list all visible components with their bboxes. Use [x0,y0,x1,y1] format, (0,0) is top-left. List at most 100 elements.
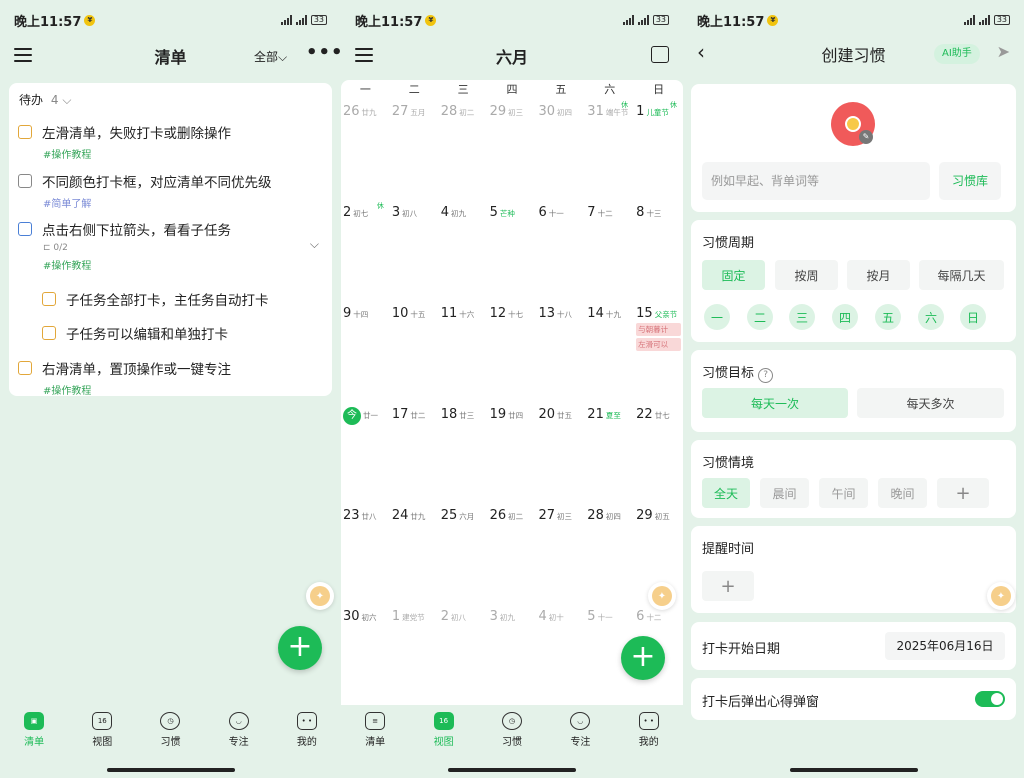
day-cell[interactable]: 休 31 端午节 [585,100,634,201]
expand-arrow-icon[interactable]: ⌵ [310,237,319,252]
help-icon[interactable]: ? [758,368,774,383]
cycle-option-monthly[interactable]: 按月 [847,260,910,290]
day-cell[interactable]: 8 十三 [634,201,683,302]
nav-tab-me[interactable]: • • 我的 [624,712,674,758]
start-date-picker[interactable]: 2025年06月16日 [885,632,1005,660]
subtask-item[interactable]: 子任务可以编辑和单独打卡 [42,323,327,343]
nav-tab-focus[interactable]: ◡ 专注 [555,712,605,758]
day-cell[interactable]: 27 五月 [390,100,439,201]
checkbox[interactable] [42,326,56,340]
nav-tab-list[interactable]: ▣ 清单 [9,712,59,758]
day-cell[interactable]: 休 2 初七 [341,201,390,302]
weekday-toggle[interactable]: 日 [960,304,986,330]
day-cell[interactable]: 15 父亲节 与朝暮计 左滑可以 [634,302,683,403]
nav-tab-list[interactable]: ≡ 清单 [350,712,400,758]
day-cell[interactable]: 30 初四 [536,100,585,201]
cycle-option-interval[interactable]: 每隔几天 [919,260,1004,290]
day-cell[interactable]: 28 初四 [585,504,634,605]
weekday-toggle[interactable]: 六 [918,304,944,330]
nav-tab-focus[interactable]: ◡ 专注 [214,712,264,758]
day-cell[interactable]: 11 十六 [439,302,488,403]
context-option-noon[interactable]: 午间 [819,478,868,508]
day-cell[interactable]: 26 廿九 [341,100,390,201]
day-cell[interactable]: 23 廿八 [341,504,390,605]
weekday-toggle[interactable]: 二 [747,304,773,330]
nav-tab-view[interactable]: 16 视图 [419,712,469,758]
focus-float-button[interactable]: ✦ [648,582,676,610]
context-option-morning[interactable]: 晨间 [760,478,809,508]
day-cell[interactable]: 28 初二 [439,100,488,201]
day-cell[interactable]: 5 芒种 [488,201,537,302]
weekday-toggle[interactable]: 五 [875,304,901,330]
subtask-item[interactable]: 子任务全部打卡，主任务自动打卡 [42,289,327,309]
checkbox[interactable] [18,125,32,139]
day-cell[interactable]: 17 廿二 [390,403,439,504]
day-cell[interactable]: 18 廿三 [439,403,488,504]
day-cell[interactable]: 26 初二 [488,504,537,605]
nav-tab-view[interactable]: 16 视图 [77,712,127,758]
day-cell[interactable]: 24 廿九 [390,504,439,605]
calendar-event[interactable]: 与朝暮计 [636,323,682,336]
nav-tab-habit[interactable]: ◷ 习惯 [487,712,537,758]
back-arrow-icon[interactable]: ‹ [697,40,705,64]
add-reminder-button[interactable]: + [702,571,754,601]
nav-tab-habit[interactable]: ◷ 习惯 [145,712,195,758]
checkbox[interactable] [18,361,32,375]
calendar-event[interactable]: 左滑可以 [636,338,682,351]
cycle-option-weekly[interactable]: 按周 [775,260,838,290]
filter-dropdown[interactable]: 全部⌵ [254,48,287,65]
day-cell[interactable]: 21 夏至 [585,403,634,504]
day-cell[interactable]: 3 初九 [488,605,537,706]
checkbox[interactable] [18,222,32,236]
day-cell[interactable]: 7 十二 [585,201,634,302]
focus-float-button[interactable]: ✦ [987,582,1015,610]
weekday-toggle[interactable]: 四 [832,304,858,330]
send-icon[interactable]: ➤ [997,42,1010,61]
day-cell[interactable]: 3 初八 [390,201,439,302]
menu-icon[interactable] [355,48,373,62]
day-cell[interactable]: 1 建党节 [390,605,439,706]
task-item[interactable]: 右滑清单，置顶操作或一键专注 #操作教程 [18,358,327,397]
day-cell[interactable]: 4 初十 [536,605,585,706]
day-cell[interactable]: 13 十八 [536,302,585,403]
popup-toggle[interactable] [975,691,1005,707]
day-cell[interactable]: 14 十九 [585,302,634,403]
day-cell[interactable]: 6 十一 [536,201,585,302]
more-icon[interactable]: ••• [306,42,341,63]
task-item[interactable]: 不同颜色打卡框，对应清单不同优先级 #简单了解 [18,171,327,210]
context-option-all-day[interactable]: 全天 [702,478,750,508]
add-task-button[interactable]: + [278,626,322,670]
day-cell[interactable]: 22 廿七 [634,403,683,504]
day-cell[interactable]: 25 六月 [439,504,488,605]
weekday-toggle[interactable]: 三 [789,304,815,330]
menu-icon[interactable] [14,48,32,62]
cycle-option-fixed[interactable]: 固定 [702,260,765,290]
habit-icon-picker[interactable]: ✎ [831,102,875,146]
calendar-icon[interactable] [651,46,669,63]
habit-library-button[interactable]: 习惯库 [939,162,1001,200]
nav-tab-me[interactable]: • • 我的 [282,712,332,758]
ai-assistant-button[interactable]: AI助手 [934,44,980,64]
day-cell[interactable]: 休 1 儿童节 [634,100,683,201]
add-event-button[interactable]: + [621,636,665,680]
day-cell[interactable]: 今廿一 [341,403,390,504]
add-context-button[interactable]: + [937,478,989,508]
checkbox[interactable] [18,174,32,188]
focus-float-button[interactable]: ✦ [306,582,334,610]
task-item[interactable]: 点击右侧下拉箭头，看看子任务 ⊏ 0/2 #操作教程 ⌵ [18,219,327,272]
weekday-toggle[interactable]: 一 [704,304,730,330]
day-cell[interactable]: 2 初八 [439,605,488,706]
goal-option-once[interactable]: 每天一次 [702,388,848,418]
habit-name-input[interactable]: 例如早起、背单词等 [702,162,930,200]
context-option-evening[interactable]: 晚间 [878,478,927,508]
day-cell[interactable]: 9 十四 [341,302,390,403]
day-cell[interactable]: 20 廿五 [536,403,585,504]
checkbox[interactable] [42,292,56,306]
day-cell[interactable]: 4 初九 [439,201,488,302]
day-cell[interactable]: 12 十七 [488,302,537,403]
day-cell[interactable]: 29 初三 [488,100,537,201]
section-header[interactable]: 待办 4 ⌵ [19,91,71,108]
task-item[interactable]: 左滑清单，失败打卡或删除操作 #操作教程 [18,122,327,161]
day-cell[interactable]: 27 初三 [536,504,585,605]
day-cell[interactable]: 30 初六 [341,605,390,706]
